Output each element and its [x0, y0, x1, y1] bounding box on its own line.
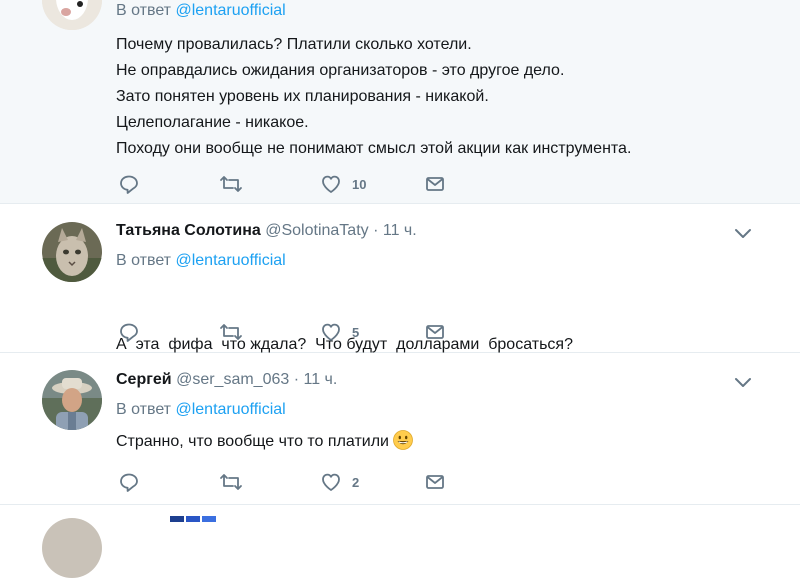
reply-to: В ответ @lentaruofficial — [116, 252, 286, 270]
tweet-card[interactable] — [0, 506, 800, 578]
reply-prefix: В ответ — [116, 252, 172, 269]
like-button[interactable]: 5 — [320, 321, 359, 343]
like-button[interactable]: 10 — [320, 173, 366, 195]
avatar[interactable] — [42, 518, 102, 578]
like-count: 5 — [352, 324, 360, 340]
tweet-header: Сергей @ser_sam_063 · 11 ч. — [116, 371, 337, 389]
timestamp[interactable]: 11 ч. — [304, 371, 338, 388]
reply-handle-link[interactable]: @lentaruofficial — [175, 252, 285, 269]
reply-button[interactable] — [118, 471, 140, 493]
tweet-card[interactable]: Татьяна Солотина @SolotinaTaty · 11 ч. В… — [0, 205, 800, 353]
tweet-text-line: Зато понятен уровень их планирования - н… — [116, 88, 489, 105]
tweet-text: Странно, что вообще что то платили — [116, 429, 413, 455]
reply-handle-link[interactable]: @lentaruofficial — [175, 2, 285, 19]
reply-to: В ответ @lentaruofficial — [116, 2, 286, 20]
avatar[interactable] — [42, 370, 102, 430]
retweet-button[interactable] — [219, 321, 243, 343]
direct-message-button[interactable] — [424, 471, 446, 493]
tweet-text-line: Почему провалилась? Платили сколько хоте… — [116, 36, 472, 53]
display-name[interactable]: Татьяна Солотина — [116, 222, 261, 239]
chevron-down-icon — [735, 378, 751, 387]
tweet-header: Татьяна Солотина @SolotinaTaty · 11 ч. — [116, 222, 417, 240]
direct-message-button[interactable] — [424, 173, 446, 195]
reply-handle-link[interactable]: @lentaruofficial — [175, 401, 285, 418]
retweet-icon — [220, 474, 242, 490]
tweet-card[interactable]: Сергей @ser_sam_063 · 11 ч. В ответ @len… — [0, 354, 800, 505]
retweet-icon — [220, 324, 242, 340]
reply-prefix: В ответ — [116, 2, 172, 19]
tweet-text-line: Целеполагание - никакое. — [116, 114, 309, 131]
heart-icon — [322, 175, 340, 193]
user-handle[interactable]: @SolotinaTaty — [265, 222, 368, 239]
separator-dot: · — [293, 371, 300, 388]
user-handle[interactable]: @ser_sam_063 — [176, 371, 289, 388]
tweet-text-line: Походу они вообще не понимают смысл этой… — [116, 140, 632, 157]
reply-icon — [120, 323, 138, 342]
like-count: 10 — [352, 176, 367, 192]
avatar[interactable] — [42, 222, 102, 282]
chevron-down-icon — [735, 229, 751, 238]
grinning-face-emoji — [393, 430, 413, 450]
heart-icon — [322, 323, 340, 341]
like-button[interactable]: 2 — [320, 471, 359, 493]
reply-icon — [120, 175, 138, 194]
tweet-actions: 5 — [118, 321, 458, 343]
reply-icon — [120, 473, 138, 492]
partial-content — [170, 516, 218, 522]
tweet-actions: 2 — [118, 471, 458, 493]
tweet-text-line: Не оправдались ожидания организаторов - … — [116, 62, 565, 79]
tweet-text: Почему провалилась? Платили сколько хоте… — [116, 32, 631, 162]
envelope-icon — [426, 177, 444, 191]
reply-button[interactable] — [118, 321, 140, 343]
retweet-button[interactable] — [219, 173, 243, 195]
envelope-icon — [426, 475, 444, 489]
retweet-button[interactable] — [219, 471, 243, 493]
reply-button[interactable] — [118, 173, 140, 195]
direct-message-button[interactable] — [424, 321, 446, 343]
reply-to: В ответ @lentaruofficial — [116, 401, 286, 419]
timestamp[interactable]: 11 ч. — [383, 222, 417, 239]
retweet-icon — [220, 176, 242, 192]
display-name[interactable]: Сергей — [116, 371, 172, 388]
like-count: 2 — [352, 474, 360, 490]
tweet-actions: 10 — [118, 173, 458, 195]
more-options-button[interactable] — [733, 227, 753, 241]
tweet-card[interactable]: В ответ @lentaruofficial Почему провалил… — [0, 0, 800, 204]
tweet-text-content: Странно, что вообще что то платили — [116, 433, 389, 450]
reply-prefix: В ответ — [116, 401, 172, 418]
more-options-button[interactable] — [733, 376, 753, 390]
avatar[interactable] — [42, 0, 102, 30]
envelope-icon — [426, 325, 444, 339]
tweet-text-line: Странно, что вообще что то платили — [116, 429, 413, 455]
separator-dot: · — [373, 222, 379, 239]
heart-icon — [322, 473, 340, 491]
